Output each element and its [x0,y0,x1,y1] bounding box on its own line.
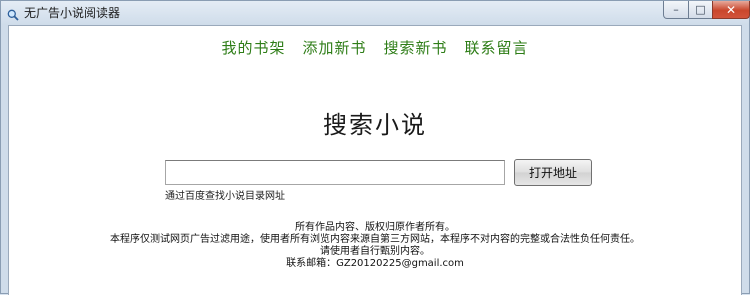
copyright-line: 所有作品内容、版权归原作者所有。 [295,222,455,233]
disclaimer-footer: 所有作品内容、版权归原作者所有。 本程序仅测试网页广告过滤用途，使用者所有浏览内… [9,222,741,270]
open-address-button[interactable]: 打开地址 [514,159,592,186]
maximize-icon: □ [695,3,706,16]
disclaimer-line: 本程序仅测试网页广告过滤用途，使用者所有浏览内容来源自第三方网站，本程序不对内容… [110,234,640,245]
app-window: 无广告小说阅读器 – □ ✕ 我的书架 添加新书 搜索新书 联系留言 搜索小说 … [0,0,750,295]
nav-search-book[interactable]: 搜索新书 [384,37,448,58]
close-icon: ✕ [725,2,737,17]
title-bar[interactable]: 无广告小说阅读器 – □ ✕ [1,1,750,23]
nav-add-book[interactable]: 添加新书 [302,37,366,58]
window-title: 无广告小说阅读器 [24,6,121,20]
top-nav: 我的书架 添加新书 搜索新书 联系留言 [9,37,741,58]
contact-email: 联系邮箱：GZ20120225@gmail.com [286,258,464,269]
search-hint: 通过百度查找小说目录网址 [165,191,285,202]
discretion-line: 请使用者自行甄别内容。 [320,246,430,257]
nav-my-bookshelf[interactable]: 我的书架 [221,37,285,58]
page-title: 搜索小说 [323,111,427,139]
close-button[interactable]: ✕ [712,1,750,19]
maximize-button[interactable]: □ [688,1,713,19]
main-content: 我的书架 添加新书 搜索新书 联系留言 搜索小说 打开地址 通过百度查找小说目录… [8,25,742,295]
minimize-button[interactable]: – [663,1,689,19]
minimize-icon: – [673,3,679,16]
magnifier-icon [7,6,19,21]
url-input[interactable] [165,160,505,185]
nav-contact[interactable]: 联系留言 [465,37,529,58]
